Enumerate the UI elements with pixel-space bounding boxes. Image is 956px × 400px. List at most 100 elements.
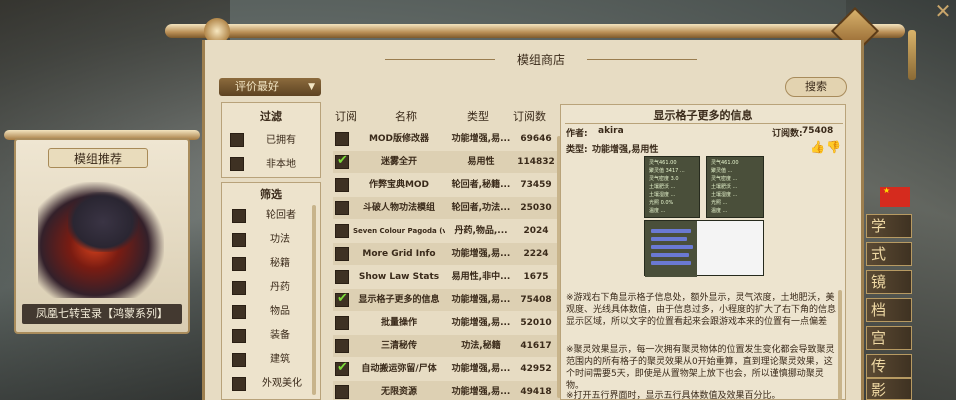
category-checkbox[interactable] <box>232 209 246 223</box>
mod-type: 功法,秘籍 <box>461 341 501 351</box>
mod-name: 三清秘传 <box>380 341 417 351</box>
sort-dropdown[interactable]: 评价最好 ▼ <box>219 78 321 96</box>
category-checkbox[interactable] <box>232 329 246 343</box>
detail-description-1: ※游戏右下角显示格子信息处，额外显示，灵气浓度，土地肥沃，美观度、光线具体数值，… <box>566 293 837 327</box>
detail-subs: 75408 <box>802 126 834 136</box>
side-tab[interactable]: 式 <box>866 242 912 266</box>
thumbs-up-icon[interactable]: 👍 <box>810 140 825 154</box>
subscribe-checkbox[interactable] <box>335 385 349 399</box>
column-subscribe[interactable]: 订阅 <box>335 110 357 124</box>
recommend-title: 模组推荐 <box>48 148 148 168</box>
side-tab[interactable]: 镜 <box>866 270 912 294</box>
chevron-down-icon: ▼ <box>308 82 315 92</box>
mod-count: 69646 <box>520 134 552 144</box>
side-tab[interactable]: 档 <box>866 298 912 322</box>
subscribe-checkbox[interactable] <box>335 224 349 238</box>
recommend-mod-name[interactable]: 凤凰七转宝录【鸿蒙系列】 <box>22 304 182 324</box>
shot-line: 土壤肥沃 ... <box>649 184 676 190</box>
mod-count: 25030 <box>520 203 552 213</box>
side-tab[interactable]: 传 <box>866 354 912 378</box>
subscribe-checkbox[interactable] <box>335 178 349 192</box>
preview-screenshot[interactable]: 灵气461.00 聚灵值 3417 ... 灵气密度 3.0 土壤肥沃 ... … <box>644 156 700 218</box>
table-row[interactable]: Show Law Stats 易用性,非中... 1675 <box>333 266 561 288</box>
table-row[interactable]: 迷雾全开 易用性 114832 <box>333 151 561 173</box>
filter-nonlocal-checkbox[interactable] <box>230 157 244 171</box>
mod-count: 42952 <box>520 364 552 374</box>
mod-count: 73459 <box>520 180 552 190</box>
shot-line: 灵气461.00 <box>711 160 739 166</box>
preview-screenshot-white[interactable] <box>644 220 764 277</box>
table-row[interactable]: More Grid Info 功能增强,易... 2224 <box>333 243 561 265</box>
sort-dropdown-label: 评价最好 <box>235 80 279 93</box>
table-row[interactable]: 斗破人物功法模组 轮回者,功法... 25030 <box>333 197 561 219</box>
shot-line: 土壤肥沃 ... <box>711 184 738 190</box>
scroll-top-rod <box>165 24 905 38</box>
mod-name: 批量操作 <box>380 318 417 328</box>
filter-title: 过滤 <box>260 110 282 123</box>
side-tab[interactable]: 学 <box>866 214 912 238</box>
shot-line: 土壤湿度 ... <box>649 192 676 198</box>
category-checkbox[interactable] <box>232 257 246 271</box>
detail-scrollbar[interactable] <box>838 290 842 400</box>
column-name[interactable]: 名称 <box>395 110 417 124</box>
table-row[interactable]: MOD版修改器 功能增强,易... 69646 <box>333 128 561 150</box>
category-checkbox[interactable] <box>232 305 246 319</box>
shot-line: 聚灵值 3417 ... <box>649 168 685 174</box>
mod-name: MOD版修改器 <box>368 134 430 144</box>
mod-name: 迷雾全开 <box>380 157 417 167</box>
china-flag-icon[interactable] <box>880 186 910 207</box>
close-icon[interactable]: ✕ <box>930 0 956 22</box>
subscribe-checkbox[interactable] <box>335 201 349 215</box>
side-tab[interactable]: 宫 <box>866 326 912 350</box>
subscribe-checkbox[interactable] <box>335 339 349 353</box>
recommend-mod-image[interactable] <box>38 182 164 298</box>
table-row[interactable]: 三清秘传 功法,秘籍 41617 <box>333 335 561 357</box>
shot-line: 聚灵值 ... <box>711 168 733 174</box>
subscribe-checkbox[interactable] <box>335 270 349 284</box>
column-type[interactable]: 类型 <box>467 110 489 124</box>
subscribe-checkbox[interactable] <box>335 291 349 307</box>
mod-count: 52010 <box>520 318 552 328</box>
column-count[interactable]: 订阅数 <box>513 110 546 124</box>
subscribe-checkbox[interactable] <box>335 153 349 169</box>
detail-description-2: ※聚灵效果显示，每一次拥有聚灵物体的位置发生变化都会导致聚灵范围内的所有格子的聚… <box>566 345 835 391</box>
category-scrollbar[interactable] <box>312 205 316 395</box>
subscribe-checkbox[interactable] <box>335 316 349 330</box>
table-row[interactable]: 显示格子更多的信息 功能增强,易... 75408 <box>333 289 561 311</box>
table-row[interactable]: 作弊宝典MOD 轮回者,秘籍... 73459 <box>333 174 561 196</box>
mod-name: 斗破人物功法模组 <box>362 203 435 213</box>
category-label: 秘籍 <box>270 258 290 269</box>
category-checkbox[interactable] <box>232 353 246 367</box>
table-row[interactable]: 自动搬运弥留/尸体 功能增强,易... 42952 <box>333 358 561 380</box>
table-row[interactable]: 批量操作 功能增强,易... 52010 <box>333 312 561 334</box>
category-checkbox[interactable] <box>232 377 246 391</box>
category-checkbox[interactable] <box>232 281 246 295</box>
filter-section: 过滤 已拥有 非本地 <box>221 102 321 178</box>
mod-count: 2224 <box>523 249 549 259</box>
category-checkbox[interactable] <box>232 233 246 247</box>
mod-type: 功能增强,易... <box>451 318 511 328</box>
detail-title: 显示格子更多的信息 <box>653 109 753 122</box>
table-row[interactable]: 无限资源 功能增强,易... 49418 <box>333 381 561 400</box>
subscribe-checkbox[interactable] <box>335 132 349 146</box>
mod-type: 易用性 <box>467 157 495 167</box>
detail-description-3: ※打开五行界面时，显示五行具体数值及效果百分比。 <box>566 391 781 400</box>
mod-type: 功能增强,易... <box>451 295 511 305</box>
mod-type: 功能增强,易... <box>451 387 511 397</box>
shot-line: 灵气密度 ... <box>711 176 738 182</box>
filter-owned-label: 已拥有 <box>266 135 296 146</box>
subscribe-checkbox[interactable] <box>335 247 349 261</box>
preview-screenshot[interactable]: 灵气461.00 聚灵值 ... 灵气密度 ... 土壤肥沃 ... 土壤湿度 … <box>706 156 764 218</box>
shot-line: 土壤湿度 ... <box>711 192 738 198</box>
thumbs-down-icon[interactable]: 👎 <box>826 140 841 154</box>
mod-count: 75408 <box>520 295 552 305</box>
table-row[interactable]: Seven Colour Pagoda (v.1.6) 丹药,物品,... 20… <box>333 220 561 242</box>
mod-count: 2024 <box>523 226 549 236</box>
side-tab[interactable]: 影 <box>866 378 912 400</box>
shot-bar <box>651 253 689 257</box>
mod-name: Seven Colour Pagoda (v.1.6) <box>353 227 445 235</box>
search-button[interactable]: 搜索 <box>785 77 847 97</box>
filter-owned-checkbox[interactable] <box>230 133 244 147</box>
subscribe-checkbox[interactable] <box>335 360 349 376</box>
category-label: 装备 <box>270 330 290 341</box>
